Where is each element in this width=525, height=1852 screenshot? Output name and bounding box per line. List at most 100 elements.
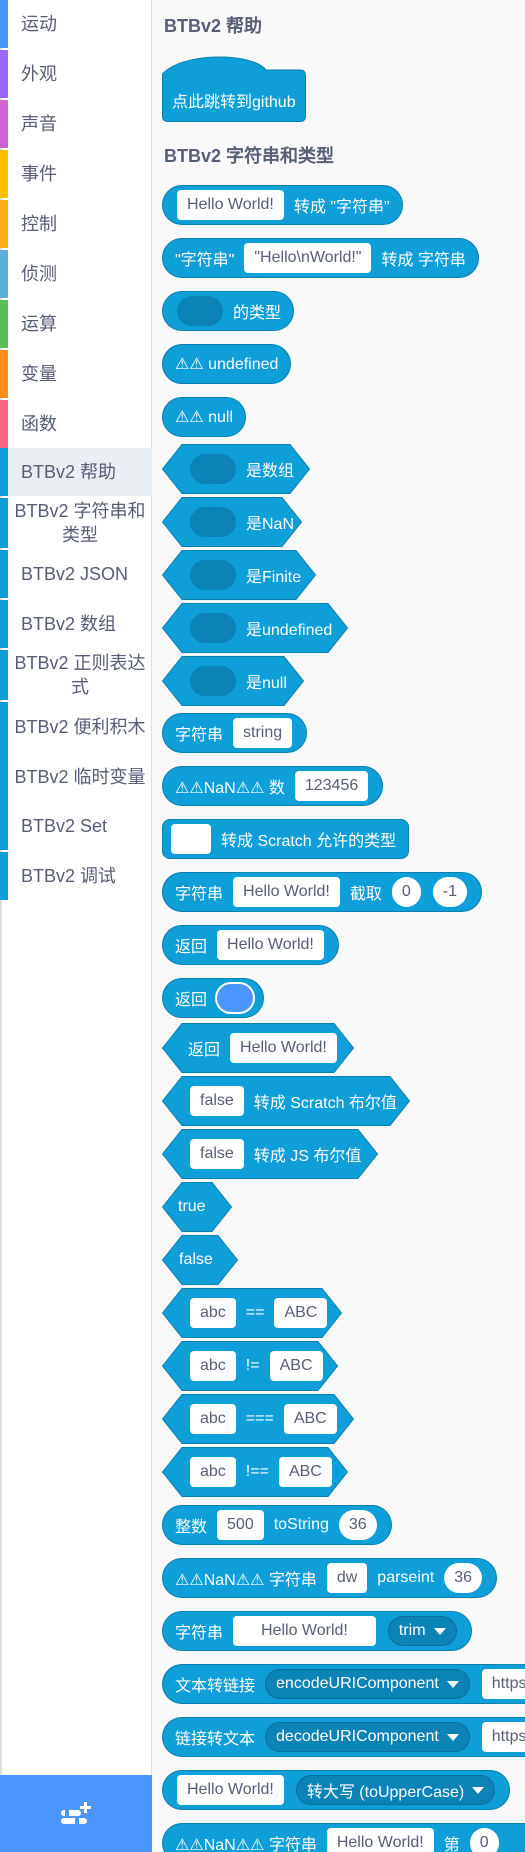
block-string-literal[interactable]: "字符串" "Hello\nWorld!" 转成 字符串: [162, 238, 479, 278]
text-input[interactable]: "Hello\nWorld!": [244, 243, 372, 273]
block-decode-uri[interactable]: 链接转文本 decodeURIComponent https: [162, 1717, 525, 1757]
text-input[interactable]: Hello World!: [230, 1033, 337, 1063]
block-string-value[interactable]: 字符串 string: [162, 713, 308, 753]
category-variables[interactable]: 变量: [0, 350, 152, 398]
number-input[interactable]: -1: [432, 877, 468, 907]
empty-slot[interactable]: [190, 454, 236, 484]
text-input[interactable]: abc: [190, 1457, 236, 1487]
text-input[interactable]: string: [233, 718, 293, 748]
block-false[interactable]: false: [161, 1235, 239, 1285]
text-input[interactable]: abc: [190, 1298, 236, 1328]
dropdown-value: encodeURIComponent: [276, 1675, 439, 1692]
text-input[interactable]: abc: [190, 1351, 236, 1381]
category-btbv2-temp-vars[interactable]: BTBv2 临时变量: [0, 752, 152, 802]
empty-input[interactable]: [171, 824, 211, 854]
category-btbv2-regex[interactable]: BTBv2 正则表达式: [0, 650, 152, 700]
category-events[interactable]: 事件: [0, 150, 152, 198]
number-input[interactable]: 500: [217, 1510, 264, 1540]
block-case-convert[interactable]: Hello World! 转大写 (toUpperCase): [162, 1770, 511, 1810]
block-return-reporter[interactable]: 返回 Hello World!: [162, 925, 339, 965]
text-input[interactable]: Hello World!: [217, 930, 324, 960]
text-input[interactable]: ABC: [278, 1457, 332, 1487]
category-btbv2-json[interactable]: BTBv2 JSON: [0, 550, 152, 598]
category-btbv2-help[interactable]: BTBv2 帮助: [0, 448, 152, 496]
category-btbv2-arrays[interactable]: BTBv2 数组: [0, 600, 152, 648]
empty-slot[interactable]: [190, 613, 236, 643]
text-input[interactable]: ABC: [283, 1404, 337, 1434]
block-parseint[interactable]: ⚠⚠NaN⚠⚠ 字符串 dw parseint 36: [162, 1558, 498, 1598]
text-input[interactable]: Hello World!: [233, 877, 340, 907]
block-compare-neq[interactable]: abc != ABC: [161, 1341, 351, 1391]
block-to-scratch-type[interactable]: 转成 Scratch 允许的类型: [162, 819, 410, 859]
block-undefined[interactable]: ⚠⚠ undefined: [162, 344, 292, 384]
block-is-finite[interactable]: 是Finite: [161, 550, 327, 600]
empty-slot[interactable]: [190, 507, 236, 537]
category-label: 控制: [21, 214, 57, 234]
block-int-to-string[interactable]: 整数 500 toString 36: [162, 1505, 392, 1545]
category-sound[interactable]: 声音: [0, 100, 152, 148]
category-btbv2-convenience[interactable]: BTBv2 便利积木: [0, 702, 152, 752]
category-looks[interactable]: 外观: [0, 50, 152, 98]
category-label: BTBv2 JSON: [21, 564, 129, 584]
empty-slot[interactable]: [190, 666, 236, 696]
text-input[interactable]: https: [481, 1722, 525, 1752]
block-true[interactable]: true: [161, 1182, 233, 1232]
text-input[interactable]: Hello World!: [233, 1616, 376, 1646]
github-button[interactable]: 点此跳转到github: [162, 52, 306, 122]
block-string-trim[interactable]: 字符串 Hello World! trim: [162, 1611, 472, 1651]
text-input[interactable]: false: [190, 1086, 244, 1116]
text-input[interactable]: Hello World!: [326, 1828, 434, 1852]
block-to-scratch-boolean[interactable]: false 转成 Scratch 布尔值: [161, 1076, 423, 1126]
text-input[interactable]: Hello World!: [177, 1775, 284, 1805]
number-input[interactable]: 0: [391, 877, 421, 907]
trim-dropdown[interactable]: trim: [387, 1616, 457, 1646]
category-control[interactable]: 控制: [0, 200, 152, 248]
text-input[interactable]: Hello World!: [177, 190, 284, 220]
empty-slot[interactable]: [177, 296, 223, 326]
block-substring[interactable]: 字符串 Hello World! 截取 0 -1: [162, 872, 483, 912]
category-motion[interactable]: 运动: [0, 0, 152, 48]
text-input[interactable]: false: [190, 1139, 244, 1169]
block-number-value[interactable]: ⚠⚠NaN⚠⚠ 数 123456: [162, 766, 384, 806]
block-to-js-boolean[interactable]: false 转成 JS 布尔值: [161, 1129, 387, 1179]
block-encode-uri[interactable]: 文本转链接 encodeURIComponent https: [162, 1664, 525, 1704]
number-input[interactable]: 36: [444, 1563, 483, 1593]
number-input[interactable]: 123456: [294, 771, 369, 801]
block-label: 是NaN: [246, 516, 295, 533]
block-char-at[interactable]: ⚠⚠NaN⚠⚠ 字符串 Hello World! 第 0: [162, 1823, 525, 1852]
block-compare-strict-eq[interactable]: abc === ABC: [161, 1394, 365, 1444]
color-toggle[interactable]: [215, 982, 256, 1014]
block-label: 返回: [175, 992, 208, 1009]
block-label: 转成 字符串: [381, 252, 466, 269]
block-type-of[interactable]: 的类型: [162, 291, 295, 331]
decode-dropdown[interactable]: decodeURIComponent: [265, 1722, 470, 1752]
text-input[interactable]: https: [481, 1669, 525, 1699]
block-null[interactable]: ⚠⚠ null: [162, 397, 247, 437]
block-is-array[interactable]: 是数组: [161, 444, 320, 494]
add-extension-button[interactable]: [0, 1775, 152, 1852]
block-is-null[interactable]: 是null: [161, 656, 313, 706]
block-compare-eq[interactable]: abc == ABC: [161, 1288, 355, 1338]
category-btbv2-set[interactable]: BTBv2 Set: [0, 802, 152, 850]
category-operators[interactable]: 运算: [0, 300, 152, 348]
block-return-hex[interactable]: 返回 Hello World!: [161, 1023, 365, 1073]
text-input[interactable]: abc: [190, 1404, 236, 1434]
block-return-boolean[interactable]: 返回: [162, 978, 265, 1018]
text-input[interactable]: ABC: [269, 1351, 323, 1381]
block-is-undefined[interactable]: 是undefined: [161, 603, 358, 653]
block-label: "字符串": [175, 252, 235, 269]
case-dropdown[interactable]: 转大写 (toUpperCase): [295, 1775, 496, 1805]
block-compare-strict-neq[interactable]: abc !== ABC: [161, 1447, 360, 1497]
empty-slot[interactable]: [190, 560, 236, 590]
category-functions[interactable]: 函数: [0, 400, 152, 448]
block-to-string[interactable]: Hello World! 转成 "字符串": [162, 185, 403, 225]
encode-dropdown[interactable]: encodeURIComponent: [265, 1669, 470, 1699]
block-is-nan[interactable]: 是NaN: [161, 497, 320, 547]
category-btbv2-debug[interactable]: BTBv2 调试: [0, 852, 152, 900]
text-input[interactable]: dw: [326, 1563, 368, 1593]
category-btbv2-strings[interactable]: BTBv2 字符串和类型: [0, 498, 152, 548]
number-input[interactable]: 36: [338, 1510, 377, 1540]
text-input[interactable]: ABC: [274, 1298, 328, 1328]
number-input[interactable]: 0: [469, 1828, 499, 1852]
category-sensing[interactable]: 侦测: [0, 250, 152, 298]
